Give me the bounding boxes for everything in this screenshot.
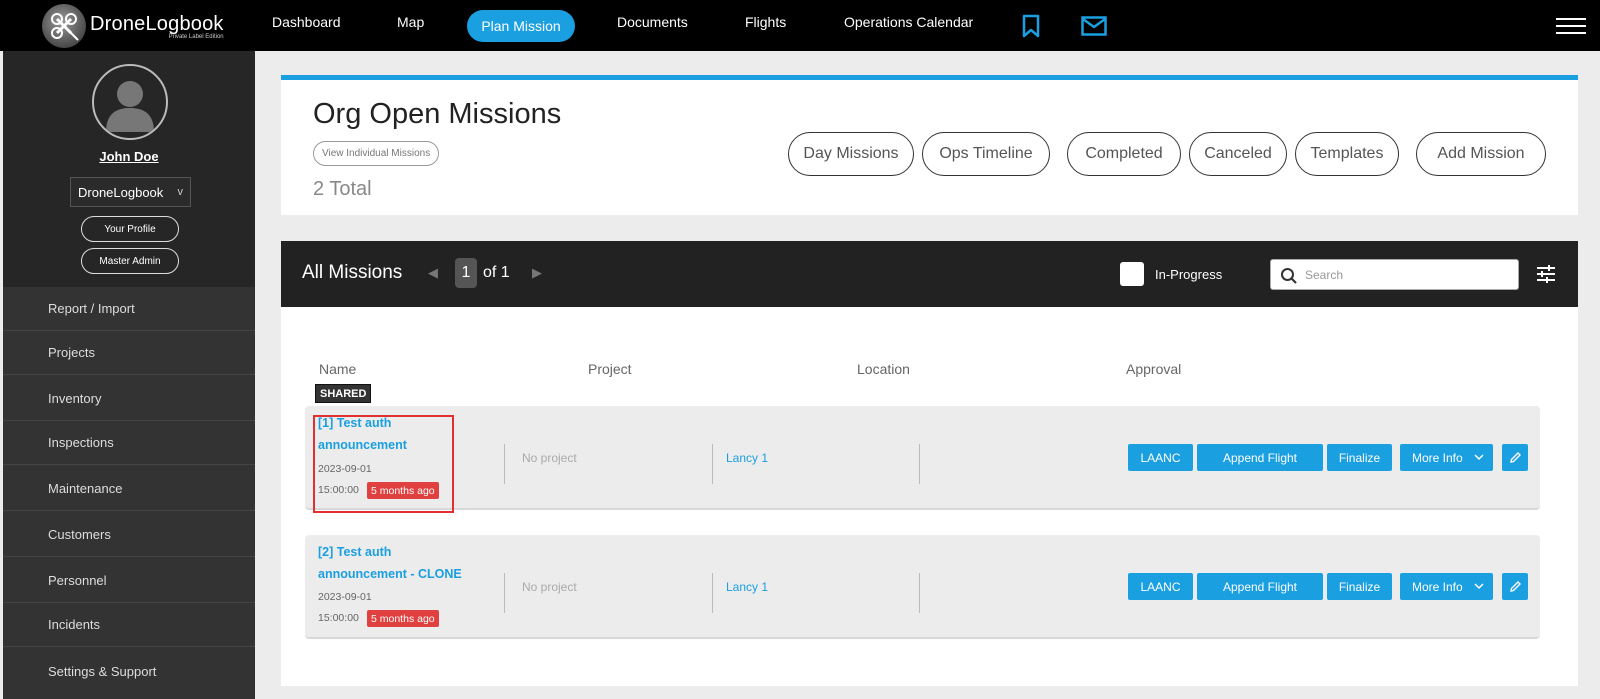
add-mission-button[interactable]: Add Mission (1416, 132, 1546, 176)
pencil-icon (1509, 581, 1521, 592)
sidebar-item-maintenance[interactable]: Maintenance (3, 467, 255, 511)
templates-button[interactable]: Templates (1295, 132, 1399, 176)
column-header-name[interactable]: Name (319, 361, 356, 377)
finalize-button[interactable]: Finalize (1327, 444, 1392, 471)
search-icon (1281, 268, 1297, 284)
nav-plan-mission[interactable]: Plan Mission (467, 10, 575, 42)
user-name-link[interactable]: John Doe (3, 149, 255, 164)
append-flight-button[interactable]: Append Flight (1197, 573, 1323, 600)
top-nav-bar: DroneLogbook Private Label Edition Dashb… (0, 0, 1600, 51)
missions-toolbar: All Missions ◀ 1 of 1 ▶ In-Progress (281, 241, 1578, 307)
column-header-location[interactable]: Location (857, 361, 910, 377)
pencil-icon (1509, 452, 1521, 463)
table-row: [1] Test auth announcement 2023-09-01 15… (305, 406, 1540, 513)
page-count: of 1 (483, 264, 510, 281)
time-ago-badge: 5 months ago (367, 610, 439, 627)
nav-operations-calendar[interactable]: Operations Calendar (844, 14, 973, 30)
mission-project: No project (522, 451, 577, 465)
mission-project: No project (522, 580, 577, 594)
divider (504, 573, 505, 613)
brand-name: DroneLogbook (90, 12, 224, 35)
more-info-dropdown[interactable]: More Info (1400, 444, 1493, 471)
mission-time: 15:00:00 (318, 612, 359, 624)
divider (919, 573, 920, 613)
column-header-project[interactable]: Project (588, 361, 632, 377)
more-info-label: More Info (1412, 579, 1463, 594)
nav-dashboard[interactable]: Dashboard (272, 14, 341, 30)
sidebar-item-report-import[interactable]: Report / Import (3, 287, 255, 331)
laanc-button[interactable]: LAANC (1128, 444, 1193, 471)
sidebar-item-customers[interactable]: Customers (3, 513, 255, 557)
divider (919, 444, 920, 484)
view-individual-missions-button[interactable]: View Individual Missions (313, 141, 440, 166)
selection-highlight (313, 415, 454, 513)
chevron-down-icon (1474, 454, 1484, 461)
drone-logo-icon (42, 4, 86, 48)
append-flight-button[interactable]: Append Flight (1197, 444, 1323, 471)
sidebar-item-settings-support[interactable]: Settings & Support (3, 649, 255, 693)
your-profile-button[interactable]: Your Profile (81, 216, 179, 242)
table-row: [2] Test auth announcement - CLONE 2023-… (305, 535, 1540, 639)
search-box[interactable] (1270, 259, 1519, 290)
sidebar: John Doe DroneLogbook v Your Profile Mas… (3, 51, 255, 699)
column-header-approval[interactable]: Approval (1126, 361, 1181, 377)
finalize-button[interactable]: Finalize (1327, 573, 1392, 600)
next-page-icon[interactable]: ▶ (532, 265, 542, 281)
chevron-down-icon (1474, 583, 1484, 590)
avatar[interactable] (92, 64, 168, 140)
in-progress-label: In-Progress (1155, 267, 1223, 282)
all-missions-panel: All Missions ◀ 1 of 1 ▶ In-Progress Name… (281, 241, 1578, 686)
sidebar-item-inventory[interactable]: Inventory (3, 377, 255, 421)
profile-panel: John Doe DroneLogbook v Your Profile Mas… (3, 51, 255, 287)
current-page[interactable]: 1 (455, 258, 477, 288)
bookmark-icon[interactable] (1022, 14, 1040, 43)
sidebar-item-incidents[interactable]: Incidents (3, 603, 255, 647)
laanc-button[interactable]: LAANC (1128, 573, 1193, 600)
more-info-dropdown[interactable]: More Info (1400, 573, 1493, 600)
page-title: Org Open Missions (313, 98, 562, 130)
missions-header-card: Org Open Missions View Individual Missio… (281, 75, 1578, 215)
mail-icon[interactable] (1081, 16, 1107, 41)
sidebar-item-personnel[interactable]: Personnel (3, 559, 255, 603)
mission-location-link[interactable]: Lancy 1 (726, 580, 768, 594)
brand-subtitle: Private Label Edition (168, 33, 224, 40)
nav-flights[interactable]: Flights (745, 14, 786, 30)
in-progress-checkbox[interactable] (1120, 262, 1144, 286)
mission-date: 2023-09-01 (318, 591, 372, 603)
search-input[interactable] (1305, 265, 1505, 285)
missions-title: All Missions (302, 262, 403, 283)
mission-location-link[interactable]: Lancy 1 (726, 451, 768, 465)
more-info-label: More Info (1412, 450, 1463, 465)
sidebar-item-inspections[interactable]: Inspections (3, 421, 255, 465)
nav-documents[interactable]: Documents (617, 14, 688, 30)
day-missions-button[interactable]: Day Missions (788, 132, 914, 176)
nav-map[interactable]: Map (397, 14, 424, 30)
hamburger-menu-icon[interactable] (1556, 18, 1586, 34)
canceled-button[interactable]: Canceled (1189, 132, 1287, 176)
sidebar-item-projects[interactable]: Projects (3, 331, 255, 375)
master-admin-button[interactable]: Master Admin (81, 248, 179, 274)
prev-page-icon[interactable]: ◀ (428, 265, 438, 281)
sliders-icon[interactable] (1535, 263, 1557, 290)
org-select[interactable]: DroneLogbook v (70, 177, 191, 207)
edit-mission-button[interactable] (1502, 573, 1528, 600)
divider (712, 573, 713, 613)
chevron-down-icon: v (177, 186, 184, 198)
divider (712, 444, 713, 484)
divider (504, 444, 505, 484)
edit-mission-button[interactable] (1502, 444, 1528, 471)
missions-total: 2 Total (313, 178, 372, 200)
org-select-value: DroneLogbook (78, 184, 164, 200)
mission-name-link[interactable]: [2] Test auth announcement - CLONE (318, 541, 473, 585)
completed-button[interactable]: Completed (1067, 132, 1181, 176)
shared-badge: SHARED (315, 384, 372, 403)
ops-timeline-button[interactable]: Ops Timeline (922, 132, 1050, 176)
brand-logo[interactable]: DroneLogbook Private Label Edition (42, 4, 242, 48)
